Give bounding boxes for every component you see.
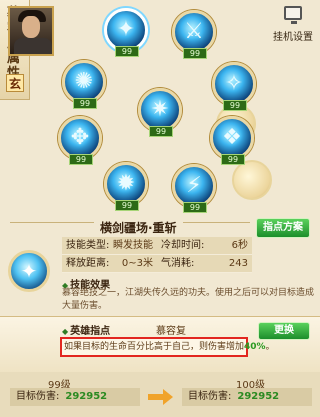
hero-robe bbox=[14, 38, 52, 54]
skill-level-badge: 99 bbox=[221, 154, 245, 165]
current-damage: 目标伤害: 292952 bbox=[10, 388, 140, 406]
skill-icon-selected[interactable]: ✦ 99 bbox=[104, 8, 148, 57]
damage-label: 目标伤害: bbox=[188, 391, 232, 402]
hero-name: 慕容复 bbox=[156, 326, 186, 337]
hero-effect-percent: 40% bbox=[244, 342, 266, 352]
hero-effect-text: 如果目标的生命百分比高于自己，则伤害增加 bbox=[64, 342, 245, 352]
hangup-settings-label: 挂机设置 bbox=[273, 32, 313, 43]
current-damage-value: 292952 bbox=[65, 391, 108, 402]
skill-type-label: 技能类型: bbox=[66, 240, 110, 251]
burst-icon: ✥ bbox=[70, 125, 90, 150]
attribute-row: 技能类型: 瞬发技能 冷却时间: 6秒 bbox=[62, 237, 252, 255]
attribute-cell: 技能类型: 瞬发技能 bbox=[62, 237, 157, 254]
arrow-right-icon bbox=[146, 388, 176, 406]
empty-skill-node bbox=[232, 160, 272, 200]
skill-icon[interactable]: ✷ 99 bbox=[138, 88, 182, 137]
skill-icon[interactable]: ✧ 99 bbox=[212, 62, 256, 111]
diamond-icon: ◆ bbox=[62, 327, 69, 336]
star-burst-icon: ✹ bbox=[116, 171, 136, 196]
cooldown-value: 6秒 bbox=[231, 240, 248, 251]
skill-icon[interactable]: ⚡ 99 bbox=[172, 164, 216, 213]
next-damage: 目标伤害: 292952 bbox=[182, 388, 312, 406]
hero-effect-end: 。 bbox=[265, 342, 275, 352]
hero-face bbox=[22, 16, 40, 38]
hero-portrait[interactable] bbox=[8, 6, 54, 56]
skill-icon[interactable]: ⚔ 99 bbox=[172, 10, 216, 59]
arrow-head bbox=[163, 389, 173, 405]
effect-description: 慕容绝技之一，江湖失传久远的功夫。使用之后可以对目标造成大量伤害。 bbox=[62, 288, 315, 311]
skill-level-badge: 99 bbox=[115, 46, 139, 57]
skill-level-badge: 99 bbox=[69, 154, 93, 165]
warrior-icon: ✧ bbox=[224, 71, 244, 96]
qi-cost-label: 气消耗: bbox=[161, 258, 195, 269]
cooldown-label: 冷却时间: bbox=[161, 240, 205, 251]
attribute-row: 释放距离: 0~3米 气消耗: 243 bbox=[62, 255, 252, 273]
hangup-settings-button[interactable]: 挂机设置 bbox=[270, 6, 316, 48]
hero-effect-box: 如果目标的生命百分比高于自己，则伤害增加40%。 bbox=[60, 337, 275, 357]
hero-heading-label: 英雄指点 bbox=[70, 326, 111, 337]
attribute-cell: 冷却时间: 6秒 bbox=[157, 237, 252, 254]
attribute-cell: 气消耗: 243 bbox=[157, 255, 252, 272]
element-badge: 玄 bbox=[6, 74, 24, 92]
fist-icon: ✷ bbox=[150, 97, 170, 122]
skill-level-badge: 99 bbox=[73, 98, 97, 109]
skill-level-badge: 99 bbox=[183, 48, 207, 59]
monitor-icon bbox=[284, 6, 302, 24]
skill-level-badge: 99 bbox=[115, 200, 139, 211]
skill-icon[interactable]: ✺ 99 bbox=[62, 60, 106, 109]
skill-type-value: 瞬发技能 bbox=[113, 240, 153, 251]
selected-skill-icon: ✦ bbox=[8, 250, 50, 292]
skill-icon[interactable]: ✹ 99 bbox=[104, 162, 148, 211]
arrow-shaft bbox=[148, 394, 164, 400]
skill-icon[interactable]: ✥ 99 bbox=[58, 116, 102, 165]
sword-slash-icon: ✦ bbox=[20, 259, 38, 283]
next-damage-value: 292952 bbox=[237, 391, 280, 402]
skill-level-badge: 99 bbox=[183, 202, 207, 213]
skill-level-badge: 99 bbox=[223, 100, 247, 111]
skill-attributes: 技能类型: 瞬发技能 冷却时间: 6秒 释放距离: 0~3米 气消耗: 243 bbox=[62, 237, 252, 273]
skill-title: 横剑疆场·重斩 bbox=[94, 219, 183, 236]
range-value: 0~3米 bbox=[121, 258, 153, 269]
skill-level-badge: 99 bbox=[149, 126, 173, 137]
vortex-icon: ✺ bbox=[74, 69, 94, 94]
attribute-cell: 释放距离: 0~3米 bbox=[62, 255, 157, 272]
sword-icon: ⚔ bbox=[184, 19, 204, 44]
skill-icon[interactable]: ❖ 99 bbox=[210, 116, 254, 165]
sword-slash-icon: ✦ bbox=[116, 17, 136, 42]
damage-label: 目标伤害: bbox=[16, 391, 60, 402]
lightning-icon: ⚡ bbox=[186, 173, 202, 198]
change-hero-button[interactable]: 更换 bbox=[258, 322, 310, 340]
qi-cost-value: 243 bbox=[228, 258, 248, 269]
hero-heading: ◆ 英雄指点 bbox=[62, 322, 110, 337]
blade-icon: ❖ bbox=[222, 125, 242, 150]
plan-button[interactable]: 指点方案 bbox=[256, 218, 310, 238]
range-label: 释放距离: bbox=[66, 258, 110, 269]
